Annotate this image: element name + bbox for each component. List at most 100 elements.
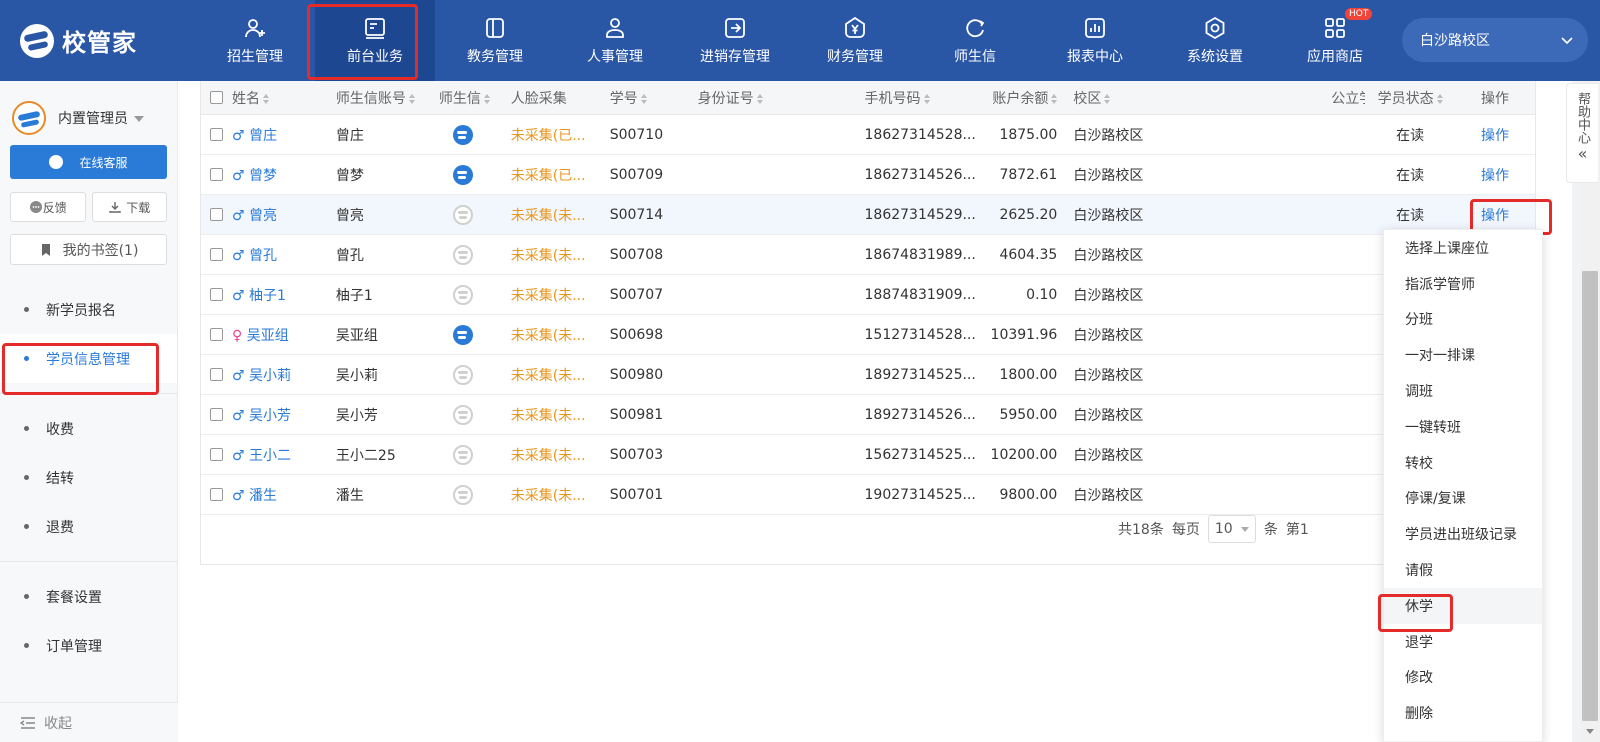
student-name-link[interactable]: 吴小芳: [249, 408, 291, 424]
table-row[interactable]: ♂ 吴小芳 吴小芳 未采集(未... S00981 18927314526... 5950…: [201, 395, 1535, 435]
col-header-status[interactable]: 学员状态: [1365, 88, 1455, 108]
table-row[interactable]: ♂ 曾亮 曾亮 未采集(未... S00714 18627314529... 2625.2…: [201, 195, 1535, 235]
scrollbar-thumb[interactable]: [1582, 271, 1598, 721]
campus-selector[interactable]: 白沙路校区: [1402, 18, 1588, 62]
collapse-sidebar-button[interactable]: 收起: [0, 702, 178, 742]
row-action-link[interactable]: 操作: [1455, 205, 1535, 225]
nav-item-hr[interactable]: 人事管理: [555, 0, 675, 81]
messaging-status-icon[interactable]: [452, 164, 473, 185]
col-header-student-no[interactable]: 学号: [610, 88, 698, 108]
messaging-status-icon[interactable]: [452, 484, 473, 505]
col-header-phone[interactable]: 手机号码: [865, 88, 986, 108]
dropdown-item[interactable]: 停课/复课: [1384, 481, 1542, 517]
col-header-messaging[interactable]: 师生信: [439, 88, 511, 108]
row-action-link[interactable]: 操作: [1455, 125, 1535, 145]
online-service-button[interactable]: 在线客服: [10, 145, 167, 179]
student-table: 姓名 师生信账号 师生信 人脸采集 学号 身份证号 手机号码 账户余额 校区 公…: [200, 81, 1536, 565]
feedback-button[interactable]: 反馈: [10, 192, 86, 222]
row-checkbox[interactable]: [210, 448, 223, 461]
nav-label: 报表中心: [1067, 48, 1123, 65]
row-checkbox[interactable]: [210, 248, 223, 261]
row-checkbox[interactable]: [210, 168, 223, 181]
phone-cell: 18874831909...: [864, 286, 976, 303]
dropdown-item[interactable]: 休学: [1384, 587, 1542, 624]
nav-item-settings[interactable]: 系统设置: [1155, 0, 1275, 81]
nav-item-front-desk[interactable]: 前台业务: [315, 0, 435, 81]
download-button[interactable]: 下载: [91, 192, 167, 222]
col-header-campus[interactable]: 校区: [1073, 88, 1193, 108]
nav-item-enrollment[interactable]: 招生管理: [195, 0, 315, 81]
bookmark-button[interactable]: 我的书签(1): [10, 234, 167, 265]
student-name-link[interactable]: 曾孔: [249, 248, 277, 264]
dropdown-item[interactable]: 学员进出班级记录: [1384, 516, 1542, 552]
messaging-status-icon[interactable]: [452, 444, 473, 465]
row-checkbox[interactable]: [210, 208, 223, 221]
dropdown-item[interactable]: 分班: [1384, 302, 1542, 338]
user-profile[interactable]: 内置管理员: [0, 81, 177, 141]
dropdown-item[interactable]: 调班: [1384, 373, 1542, 409]
scroll-down-arrow-icon[interactable]: [1586, 729, 1594, 734]
dropdown-item[interactable]: 一对一排课: [1384, 337, 1542, 373]
help-center-tab[interactable]: 帮助中心 «: [1566, 83, 1598, 183]
nav-item-academic[interactable]: 教务管理: [435, 0, 555, 81]
sidebar-item-refund[interactable]: 退费: [0, 502, 177, 551]
sidebar-item-orders[interactable]: 订单管理: [0, 621, 177, 670]
brand-logo[interactable]: 校管家: [0, 0, 195, 81]
col-header-public-school[interactable]: 公立学校: [1193, 88, 1365, 108]
student-name-link[interactable]: 吴小莉: [249, 368, 291, 384]
row-checkbox[interactable]: [210, 128, 223, 141]
sidebar-item-new-enrollment[interactable]: 新学员报名: [0, 285, 177, 334]
row-checkbox[interactable]: [210, 488, 223, 501]
nav-item-finance[interactable]: 财务管理: [795, 0, 915, 81]
table-row[interactable]: ♂ 柚子1 柚子1 未采集(未... S00707 18874831909... 0.10…: [201, 275, 1535, 315]
select-all-checkbox[interactable]: [210, 91, 223, 104]
student-name-link[interactable]: 曾庄: [249, 128, 277, 144]
row-checkbox[interactable]: [210, 328, 223, 341]
dropdown-item[interactable]: 退学: [1384, 624, 1542, 660]
dropdown-item[interactable]: 指派学管师: [1384, 266, 1542, 302]
page-size-select[interactable]: 10: [1207, 515, 1256, 543]
sidebar-item-student-info[interactable]: 学员信息管理: [0, 334, 177, 383]
nav-item-app-store[interactable]: 应用商店 HOT: [1275, 0, 1395, 81]
nav-item-reports[interactable]: 报表中心: [1035, 0, 1155, 81]
messaging-status-icon[interactable]: [452, 364, 473, 385]
col-header-account[interactable]: 师生信账号: [336, 88, 439, 108]
student-name-link[interactable]: 吴亚组: [247, 328, 289, 344]
table-row[interactable]: ♂ 曾梦 曾梦 未采集(已... S00709 18627314526... 7872.6…: [201, 155, 1535, 195]
col-header-name[interactable]: 姓名: [232, 88, 336, 108]
dropdown-item[interactable]: 一键转班: [1384, 409, 1542, 445]
row-action-link[interactable]: 操作: [1455, 165, 1535, 185]
messaging-status-icon[interactable]: [452, 244, 473, 265]
nav-item-messaging[interactable]: 师生信: [915, 0, 1035, 81]
messaging-status-icon[interactable]: [452, 284, 473, 305]
table-row[interactable]: ♂ 潘生 潘生 未采集(未... S00701 19027314525... 9800.0…: [201, 475, 1535, 515]
table-row[interactable]: ♂ 吴小莉 吴小莉 未采集(未... S00980 18927314525... 1800…: [201, 355, 1535, 395]
table-row[interactable]: ♂ 曾孔 曾孔 未采集(未... S00708 18674831989... 4604.3…: [201, 235, 1535, 275]
student-name-link[interactable]: 曾梦: [249, 168, 277, 184]
dropdown-item[interactable]: 修改: [1384, 660, 1542, 696]
student-name-link[interactable]: 曾亮: [249, 208, 277, 224]
row-checkbox[interactable]: [210, 288, 223, 301]
dropdown-item[interactable]: 转校: [1384, 445, 1542, 481]
dropdown-item[interactable]: 请假: [1384, 552, 1542, 588]
dropdown-item[interactable]: 删除: [1384, 695, 1542, 731]
messaging-status-icon[interactable]: [452, 204, 473, 225]
sidebar-item-packages[interactable]: 套餐设置: [0, 572, 177, 621]
table-row[interactable]: ♀ 吴亚组 吴亚组 未采集(未... S00698 15127314528... 1039…: [201, 315, 1535, 355]
student-name-link[interactable]: 柚子1: [249, 288, 286, 304]
col-header-id[interactable]: 身份证号: [698, 88, 865, 108]
student-name-link[interactable]: 潘生: [249, 488, 277, 504]
messaging-status-icon[interactable]: [452, 324, 473, 345]
messaging-status-icon[interactable]: [452, 124, 473, 145]
col-header-balance[interactable]: 账户余额: [985, 88, 1073, 108]
row-checkbox[interactable]: [210, 408, 223, 421]
row-checkbox[interactable]: [210, 368, 223, 381]
nav-item-inventory[interactable]: 进销存管理: [675, 0, 795, 81]
table-row[interactable]: ♂ 曾庄 曾庄 未采集(已... S00710 18627314528... 1875.0…: [201, 115, 1535, 155]
sidebar-item-carryover[interactable]: 结转: [0, 453, 177, 502]
student-name-link[interactable]: 王小二: [249, 448, 291, 464]
table-row[interactable]: ♂ 王小二 王小二25 未采集(未... S00703 15627314525... 10…: [201, 435, 1535, 475]
sidebar-item-fees[interactable]: 收费: [0, 404, 177, 453]
dropdown-item[interactable]: 选择上课座位: [1384, 230, 1542, 266]
messaging-status-icon[interactable]: [452, 404, 473, 425]
